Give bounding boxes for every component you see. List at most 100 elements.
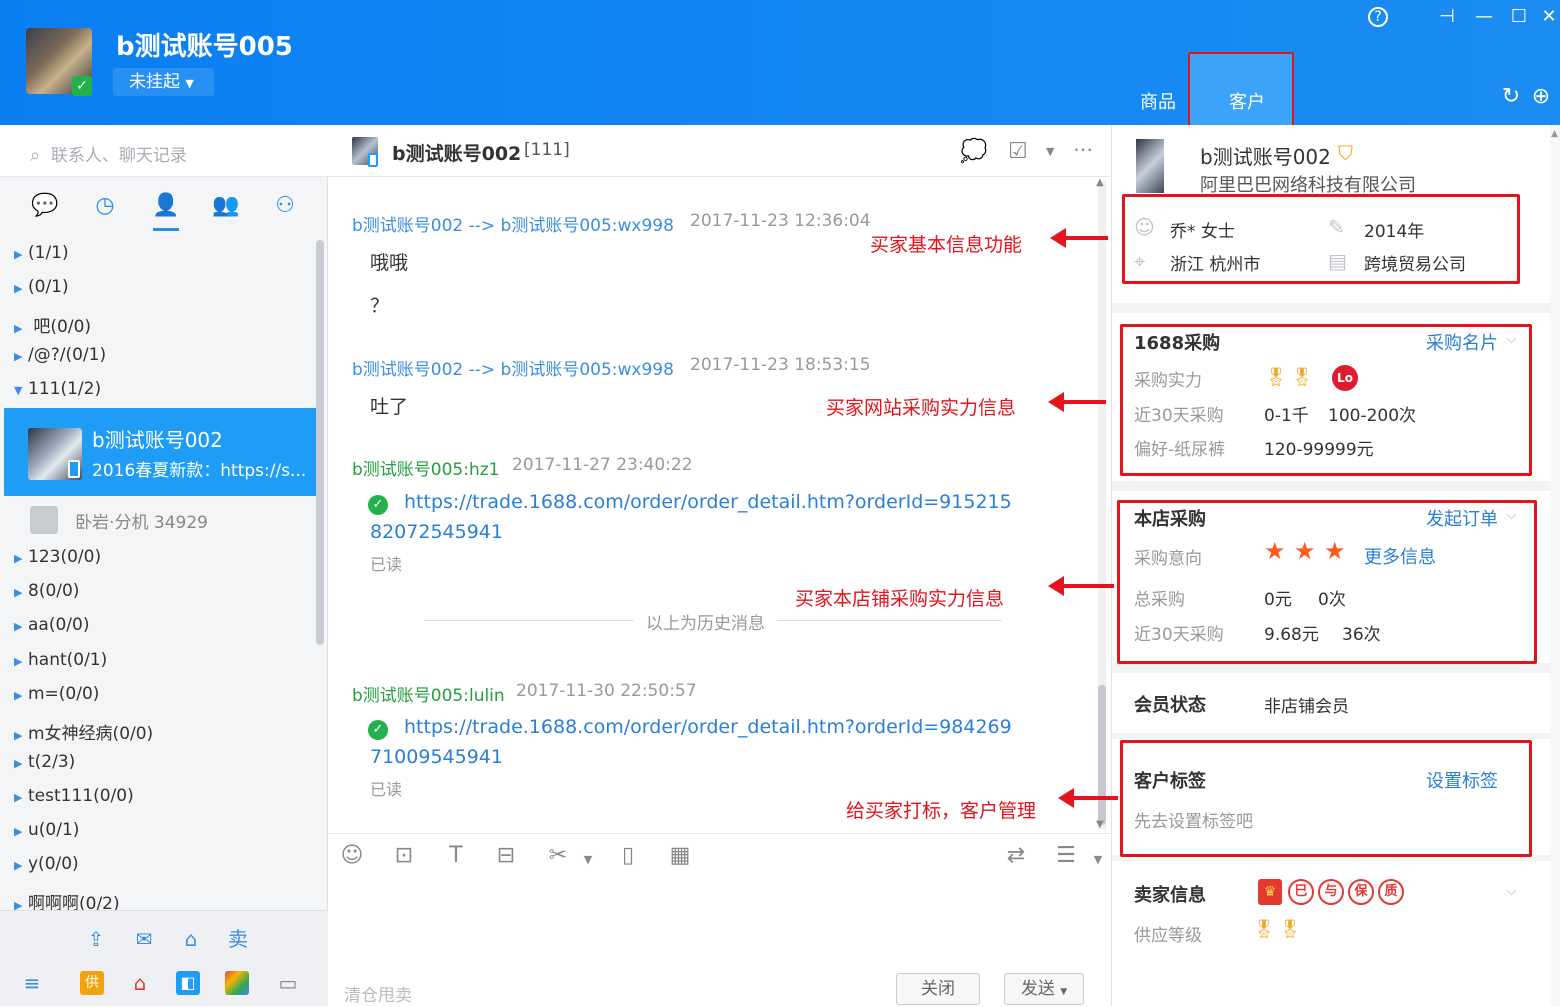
chevron-down-icon[interactable]: ▼: [1046, 145, 1054, 158]
group-item[interactable]: ▶ (1/1): [14, 243, 69, 263]
message-input[interactable]: 清仓甩卖: [344, 981, 412, 1006]
maximize-icon[interactable]: ☐: [1508, 6, 1530, 28]
chat-scroll-thumb[interactable]: [1098, 685, 1106, 825]
help-icon[interactable]: ?: [1368, 7, 1388, 27]
shake-icon[interactable]: ▯: [614, 843, 642, 868]
status-dropdown[interactable]: 未挂起 ▼: [113, 68, 214, 96]
order-link-cont[interactable]: 82072545941: [370, 521, 503, 543]
annotation-box-tags: [1120, 740, 1532, 857]
sub-contact-item[interactable]: 卧岩·分机 34929: [30, 506, 208, 534]
task-icon[interactable]: ☑: [1008, 139, 1028, 164]
search-input[interactable]: ⌕ 联系人、聊天记录: [30, 141, 187, 166]
card-icon[interactable]: ⊟: [492, 843, 520, 868]
quick-reply-icon[interactable]: ⇄: [1002, 843, 1030, 868]
store-icon[interactable]: ⌂: [179, 927, 203, 951]
annotation-box-shop: [1117, 500, 1537, 664]
group-item[interactable]: ▶ 8(0/0): [14, 581, 79, 601]
scissors-icon[interactable]: ✂: [544, 843, 572, 868]
chat-bubble-icon[interactable]: 💭: [960, 139, 987, 164]
layout-icon[interactable]: ▭: [276, 971, 300, 995]
search-placeholder: 联系人、聊天记录: [50, 146, 187, 166]
group-item[interactable]: ▶ test111(0/0): [14, 786, 134, 806]
online-check-icon: ✓: [72, 76, 92, 96]
group-item[interactable]: ▶ m=(0/0): [14, 684, 99, 704]
tab-contacts-icon[interactable]: 👤: [151, 191, 181, 221]
supply-level-label: 供应等级: [1134, 926, 1202, 946]
menu-icon[interactable]: ≡: [20, 971, 44, 995]
send-button[interactable]: 发送 ▼: [1004, 973, 1084, 1005]
scroll-down-icon[interactable]: ▼: [1096, 819, 1104, 830]
expand-icon: ▶: [14, 552, 23, 565]
tab-recent-icon[interactable]: ◷: [90, 191, 120, 221]
message-time: 2017-11-27 23:40:22: [512, 455, 693, 475]
more-icon[interactable]: ⋯: [1073, 137, 1093, 161]
minimize-icon[interactable]: —: [1473, 6, 1495, 28]
group-item[interactable]: ▶ m女神经病(0/0): [14, 719, 153, 744]
active-tab-indicator: [153, 228, 179, 231]
sell-icon[interactable]: 卖: [226, 927, 250, 951]
group-item[interactable]: ▶/@?/(0/1): [14, 345, 106, 365]
font-icon[interactable]: T: [442, 843, 470, 868]
close-chat-button[interactable]: 关闭: [896, 973, 980, 1005]
seller-badge: 保: [1348, 879, 1374, 905]
message-text: 哦哦: [370, 252, 409, 274]
annotation-box-basic: [1122, 194, 1520, 284]
image-icon[interactable]: ⊡: [390, 843, 418, 868]
close-icon[interactable]: ✕: [1538, 6, 1560, 28]
chevron-down-icon[interactable]: ▼: [574, 853, 602, 866]
tab-messages-icon[interactable]: 💬: [30, 191, 60, 221]
chat-header: b测试账号002 [111] 💭 ☑ ▼ ⋯: [328, 125, 1110, 177]
group-item[interactable]: ▶ t(2/3): [14, 752, 75, 772]
group-item[interactable]: ▶ u(0/1): [14, 820, 79, 840]
history-log-icon[interactable]: ☰: [1052, 843, 1080, 868]
contact-item-selected[interactable]: b测试账号002 2016春夏新款：https://s...: [4, 408, 316, 496]
message-sender: b测试账号005:lulin: [352, 686, 505, 706]
import-icon[interactable]: ⇪: [84, 927, 108, 951]
group-item[interactable]: ▶ (0/1): [14, 277, 69, 297]
shop-app-icon[interactable]: ◧: [176, 971, 200, 995]
calculator-icon[interactable]: ▦: [666, 843, 694, 868]
group-item[interactable]: ▶ aa(0/0): [14, 615, 89, 635]
supply-app-icon[interactable]: 供: [80, 971, 104, 995]
medal-icon: 🎖: [1278, 919, 1302, 940]
group-item[interactable]: ▶ hant(0/1): [14, 650, 107, 670]
refresh-icon[interactable]: ↻: [1500, 86, 1522, 108]
annotation-arrow: [1048, 392, 1106, 412]
chevron-down-icon[interactable]: ▼: [1084, 853, 1112, 866]
expand-icon: ▶: [14, 322, 23, 335]
seller-badge: 巳: [1288, 879, 1314, 905]
group-item-expanded[interactable]: ▼ 111(1/2): [14, 379, 101, 399]
right-scroll-track[interactable]: [1550, 125, 1560, 1006]
order-link-cont[interactable]: 71009545941: [370, 746, 503, 768]
annotation-basic-info: 买家基本信息功能: [870, 234, 1023, 256]
group-item[interactable]: ▶ 123(0/0): [14, 547, 101, 567]
expand-icon: ▶: [14, 791, 23, 804]
group-item[interactable]: ▶ y(0/0): [14, 854, 79, 874]
collapse-icon: ▼: [14, 384, 23, 397]
medal-icon: 🎖: [1252, 919, 1276, 940]
tab-org-icon[interactable]: ⚇: [270, 191, 300, 221]
member-status-value: 非店铺会员: [1264, 697, 1349, 717]
pin-icon[interactable]: ⊣: [1436, 6, 1458, 28]
scroll-up-icon[interactable]: ▲: [1551, 129, 1558, 139]
tab-groups-icon[interactable]: 👥: [211, 191, 241, 221]
tab-products[interactable]: 商品: [1140, 88, 1176, 114]
read-status: 已读: [370, 555, 403, 574]
message-text: 吐了: [370, 396, 409, 418]
expand-icon: ▶: [14, 350, 23, 363]
scroll-up-icon[interactable]: ▲: [1096, 177, 1104, 188]
inbox-icon[interactable]: ✉: [132, 927, 156, 951]
seller-badge: 与: [1318, 879, 1344, 905]
add-icon[interactable]: ⊕: [1530, 86, 1552, 108]
title-bar: ✓ b测试账号005 未挂起 ▼ ? ⊣ — ☐ ✕ 商品 客户 ↻ ⊕: [0, 0, 1560, 125]
send-label: 发送: [1020, 979, 1055, 999]
home-app-icon[interactable]: ⌂: [128, 971, 152, 995]
contact-list-scrollbar[interactable]: [316, 240, 324, 645]
order-link[interactable]: https://trade.1688.com/order/order_detai…: [404, 716, 1012, 738]
chevron-down-icon[interactable]: ⌵: [1506, 883, 1517, 899]
order-link[interactable]: https://trade.1688.com/order/order_detai…: [404, 491, 1012, 513]
contact-preview: 2016春夏新款：https://s...: [92, 461, 307, 481]
group-item[interactable]: ▶ 吧(0/0): [14, 312, 91, 337]
emoji-icon[interactable]: ☺: [338, 843, 366, 868]
plugin-app-icon[interactable]: [225, 971, 249, 995]
